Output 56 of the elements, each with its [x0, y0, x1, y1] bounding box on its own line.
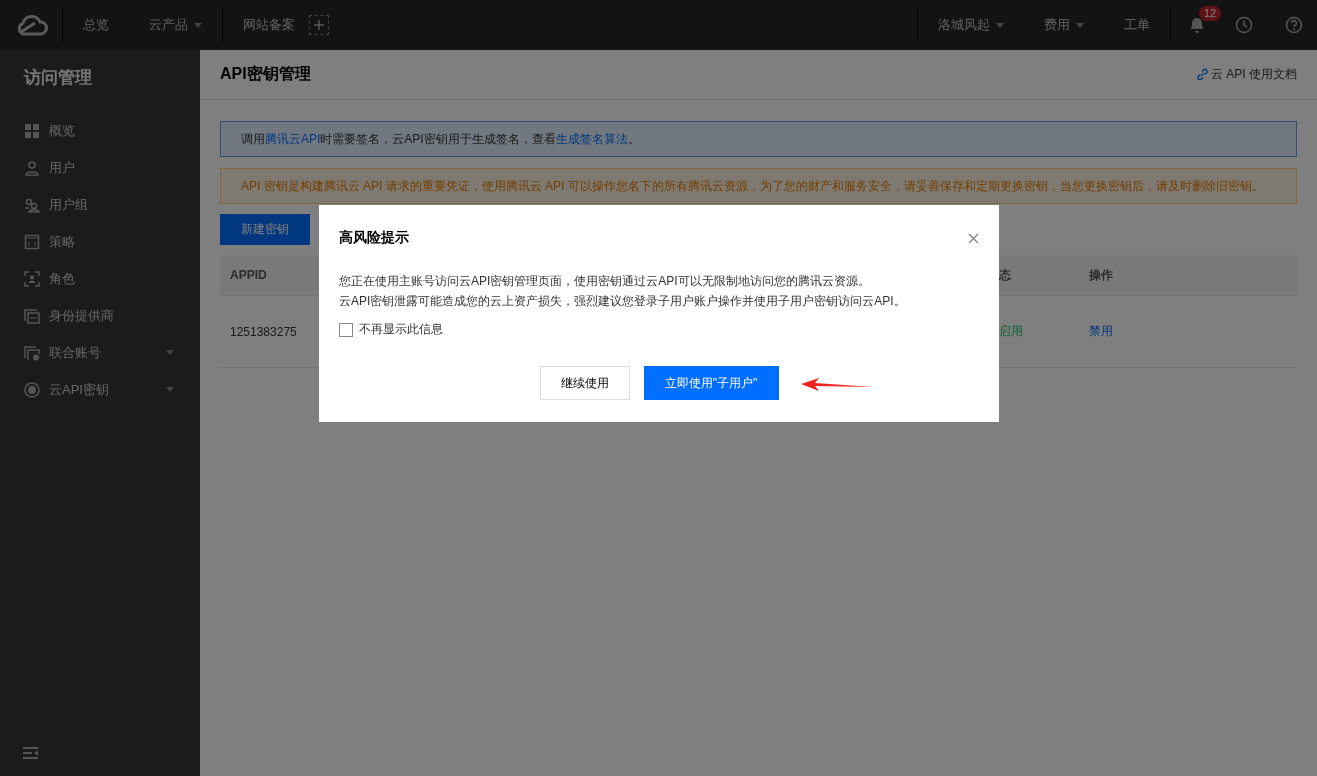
sidebar-item[interactable]: 联合账号: [0, 334, 200, 371]
checkbox-label: 不再显示此信息: [359, 321, 443, 338]
collapse-menu-icon[interactable]: [23, 747, 38, 760]
user-icon: [24, 159, 40, 176]
info-text: 调用腾讯云API时需要签名，云API密钥用于生成签名，查看生成签名算法。: [241, 130, 640, 148]
caret-icon: [194, 22, 202, 28]
dialog-title: 高风险提示: [339, 229, 409, 247]
column-header: 态: [999, 266, 1012, 284]
caret-icon: [166, 387, 174, 392]
disable-link[interactable]: 禁用: [1089, 323, 1179, 340]
nav-link[interactable]: 费用: [1024, 16, 1104, 34]
sidebar-item[interactable]: 云API密钥: [0, 371, 200, 408]
nav-link[interactable]: 总览: [63, 16, 129, 34]
nav-link[interactable]: 云产品: [129, 16, 222, 34]
dialog-text: 您正在使用主账号访问云API密钥管理页面，使用密钥通过云API可以无限制地访问您的腾讯云资源。: [339, 273, 871, 290]
dialog-text: 云API密钥泄露可能造成您的云上资产损失，强烈建议您登录子用户账户操作并使用子用户密钥访问云API。: [339, 293, 907, 310]
docs-link[interactable]: 云 API 使用文档: [1196, 66, 1297, 83]
caret-icon: [996, 22, 1004, 28]
link-icon: [1196, 68, 1209, 81]
cloud-logo-icon[interactable]: [15, 14, 49, 36]
sidebar-item[interactable]: 用户组: [0, 186, 200, 223]
use-sub-user-button[interactable]: 立即使用"子用户": [643, 366, 779, 400]
help-icon[interactable]: [1285, 16, 1303, 34]
warning-text: API 密钥是构建腾讯云 API 请求的重要凭证，使用腾讯云 API 可以操作您名下的所有腾讯云资源，为了您的财产和服务安全，请妥善保存和定期更换密钥，当您更换密钥后，请及时删除旧密钥。: [241, 177, 1264, 195]
nav-link[interactable]: 网站备案: [223, 16, 315, 34]
sidebar-item[interactable]: 身份提供商: [0, 297, 200, 334]
users-icon: [24, 196, 40, 213]
grid-icon: [24, 122, 40, 139]
sidebar-title: 访问管理: [22, 67, 93, 89]
caret-icon: [166, 350, 174, 355]
continue-button[interactable]: 继续使用: [539, 366, 630, 400]
nav-link[interactable]: 洛城风起: [918, 16, 1024, 34]
add-icon[interactable]: [309, 15, 329, 35]
person-frame-icon: [24, 270, 40, 287]
notification-count: 12: [1199, 5, 1222, 21]
column-header: 操作: [1089, 266, 1114, 284]
table-cell-text: 1251383275: [229, 324, 298, 339]
cards-icon: [24, 307, 40, 324]
sidebar-item[interactable]: 策略: [0, 223, 200, 260]
caret-icon: [1076, 22, 1084, 28]
page-title: API密钥管理: [220, 64, 311, 84]
new-key-button[interactable]: 新建密钥: [220, 214, 310, 245]
sidebar-item[interactable]: 用户: [0, 149, 200, 186]
close-icon[interactable]: [968, 232, 979, 244]
column-header: APPID: [229, 268, 268, 282]
sidebar-item[interactable]: 角色: [0, 260, 200, 297]
nav-link[interactable]: 工单: [1104, 16, 1170, 34]
linked-windows-icon: [24, 344, 40, 361]
code-window-icon: [24, 233, 40, 250]
checkbox[interactable]: [339, 322, 353, 337]
bell-icon[interactable]: [1189, 16, 1205, 34]
clock-icon[interactable]: [1235, 16, 1253, 34]
link[interactable]: 腾讯云API: [265, 131, 321, 146]
link[interactable]: 生成签名算法: [555, 131, 628, 146]
sidebar-item[interactable]: 概览: [0, 112, 200, 149]
status-text: 启用: [999, 323, 1024, 340]
